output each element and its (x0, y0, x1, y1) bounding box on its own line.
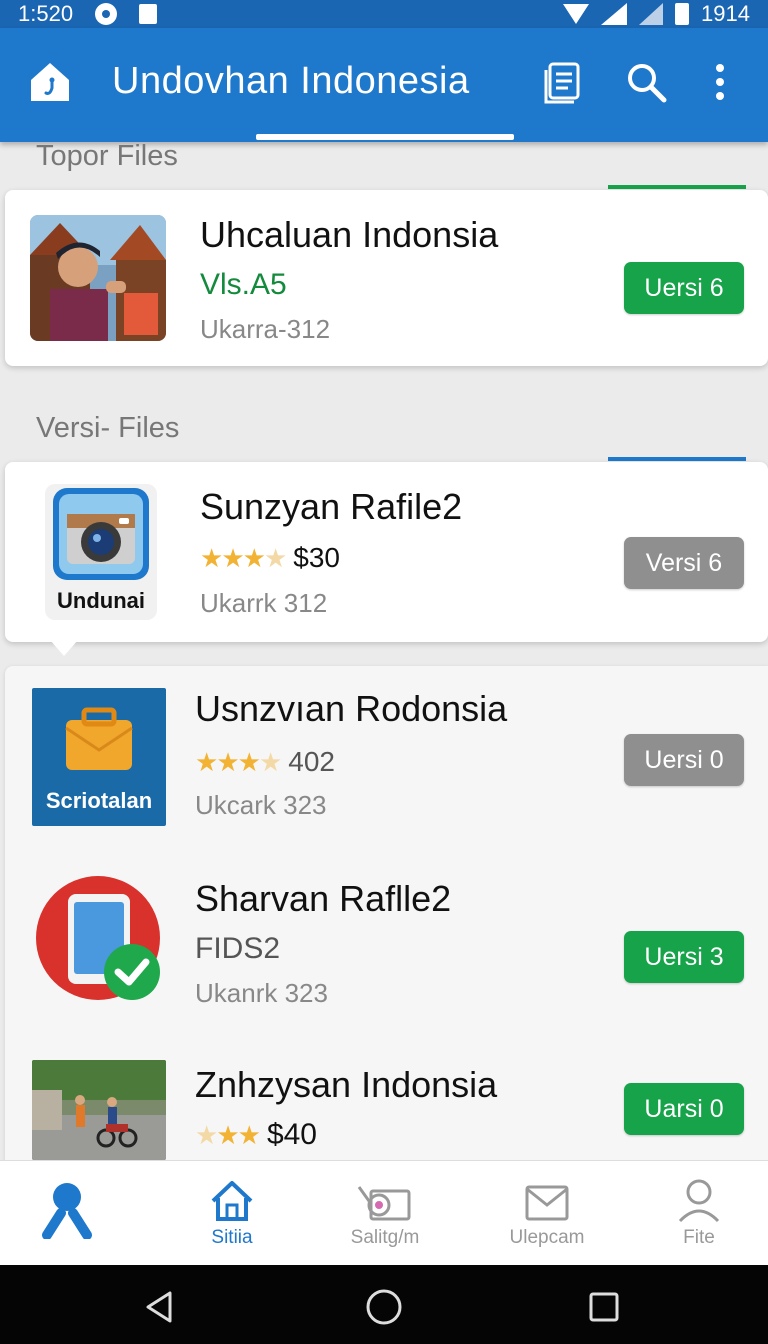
section-accent-versi (608, 457, 746, 461)
app-logo-icon[interactable] (28, 60, 72, 104)
document-list-icon[interactable] (540, 58, 588, 106)
camera-app-icon: Undunai (45, 484, 157, 620)
versi-file-rating-row-1: ★ ★ ★ ★ $30 (200, 542, 340, 574)
status-time: 1:520 (18, 1, 74, 26)
status-battery-text: 1914 (701, 1, 750, 26)
section-title-top-files: Topor Files (36, 140, 178, 172)
system-navigation-bar (0, 1265, 768, 1344)
list-item[interactable]: Scriotalan Usnzvıan Rodonsia ★ ★ ★ ★ 402 Uk… (0, 680, 768, 830)
nav-label-home: Sitiia (211, 1227, 253, 1248)
search-icon[interactable] (622, 58, 670, 106)
nav-item-mail[interactable]: Ulepcam (472, 1161, 622, 1266)
signal-secondary-icon (639, 3, 664, 25)
phone-check-app-icon (34, 874, 164, 1004)
briefcase-app-label: Scriotalan (45, 788, 153, 813)
list-item[interactable]: Znhzysan Indonsia ★ ★ ★ $40 Uarsi 0 (0, 1060, 768, 1160)
back-icon[interactable] (140, 1287, 180, 1327)
versi-file-price-1: $30 (293, 542, 340, 573)
battery-icon (675, 3, 690, 25)
top-file-subtitle: Vls.A5 (200, 268, 287, 301)
nav-label-profile: Fite (683, 1227, 715, 1248)
top-file-title: Uhcaluan Indonsia (200, 214, 499, 255)
top-file-thumbnail (30, 215, 166, 341)
rating-stars-icon: ★ ★ ★ ★ (200, 542, 287, 573)
recents-icon[interactable] (584, 1287, 624, 1327)
list-item-title: Znhzysan Indonsia (195, 1064, 498, 1105)
list-item[interactable]: Sharvan Raflle2 FIDS2 Ukanrk 323 Uersi 3 (0, 870, 768, 1020)
section-accent-top (608, 185, 746, 189)
nav-item-profile[interactable]: Fite (624, 1161, 768, 1266)
list-item-rating-row: ★ ★ ★ $40 (195, 1118, 317, 1152)
nav-item-home[interactable]: Sitiia (157, 1161, 307, 1266)
versi-file-meta-1: Ukarrk 312 (200, 588, 328, 618)
street-thumbnail (32, 1060, 166, 1160)
people-icon (42, 1183, 92, 1239)
bottom-navigation: Sitiia Salitg/m Ulepcam Fite (0, 1160, 768, 1265)
top-file-version-button[interactable]: Uersi 6 (624, 262, 744, 314)
app-title: Undovhan Indonesia (112, 60, 470, 102)
list-item-subtitle: FIDS2 (195, 932, 281, 965)
wifi-icon (563, 4, 590, 24)
card-pointer (50, 640, 78, 656)
nav-label-mail: Ulepcam (509, 1227, 585, 1248)
list-item-meta: Ukanrk 323 (195, 978, 328, 1008)
home-circle-icon[interactable] (364, 1287, 404, 1327)
list-item-version-button[interactable]: Uersi 0 (624, 734, 744, 786)
list-item-price: $40 (266, 1118, 317, 1151)
briefcase-app-icon: Scriotalan (32, 688, 166, 826)
rating-stars-icon: ★ ★ ★ ★ (195, 746, 282, 777)
top-file-card[interactable]: Uhcaluan Indonsia Vls.A5 Ukarra-312 Uers… (5, 190, 768, 366)
person-icon (678, 1179, 720, 1223)
section-title-versi-files: Versi- Files (36, 412, 180, 444)
list-item-version-button[interactable]: Uarsi 0 (624, 1083, 744, 1135)
mail-icon (525, 1185, 569, 1221)
app-bar: Undovhan Indonesia (0, 28, 768, 142)
list-item-rating-row: ★ ★ ★ ★ 402 (195, 746, 335, 778)
nav-item-people[interactable] (0, 1161, 142, 1266)
list-item-price: 402 (288, 746, 335, 777)
list-item-title: Sharvan Raflle2 (195, 878, 452, 919)
signal-icon (601, 3, 628, 25)
nav-item-camera[interactable]: Salitg/m (310, 1161, 460, 1266)
versi-file-card-1[interactable]: Undunai Sunzyan Rafile2 ★ ★ ★ ★ $30 Ukarrk … (5, 462, 768, 642)
versi-file-title-1: Sunzyan Rafile2 (200, 486, 463, 527)
home-icon (211, 1181, 253, 1221)
top-file-meta: Ukarra-312 (200, 314, 331, 344)
nav-label-camera: Salitg/m (350, 1227, 420, 1248)
rating-stars-icon: ★ ★ ★ (195, 1119, 261, 1150)
tab-indicator (256, 134, 514, 140)
notification-app-icon (139, 4, 158, 24)
list-item-title: Usnzvıan Rodonsia (195, 688, 508, 729)
versi-file-version-button-1[interactable]: Versi 6 (624, 537, 744, 589)
list-item-meta: Ukcark 323 (195, 790, 327, 820)
notification-icon (95, 3, 118, 25)
status-bar: 1:520 1914 (0, 0, 768, 28)
more-options-icon[interactable] (696, 58, 744, 106)
camera-app-label: Undunai (57, 588, 145, 613)
camera-icon (357, 1186, 411, 1221)
list-item-version-button[interactable]: Uersi 3 (624, 931, 744, 983)
